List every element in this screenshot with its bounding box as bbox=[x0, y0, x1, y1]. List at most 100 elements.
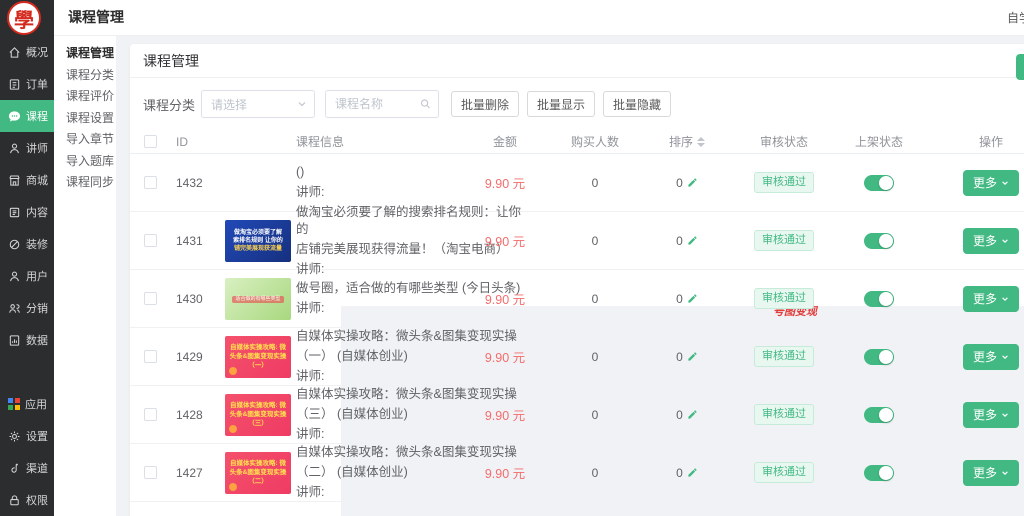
row-checkbox[interactable] bbox=[144, 234, 157, 247]
col-sort-label: 排序 bbox=[669, 133, 693, 150]
sidebar-item-label: 用户 bbox=[26, 268, 48, 284]
shelf-toggle[interactable] bbox=[864, 349, 894, 365]
course-thumbnail[interactable]: 自媒体实操攻略: 微 头条&图集变现实操 （一） bbox=[225, 336, 291, 378]
col-buyers: 购买人数 bbox=[545, 130, 645, 153]
sidebar-item-courses[interactable]: 课程 bbox=[0, 100, 54, 132]
course-price: 9.90 元 bbox=[485, 347, 525, 366]
edit-sort-icon[interactable] bbox=[687, 409, 698, 420]
category-filter-label: 课程分类 bbox=[143, 95, 195, 114]
select-all-checkbox[interactable] bbox=[144, 135, 157, 148]
col-shelf: 上架状态 bbox=[829, 130, 929, 153]
sidebar-item-users[interactable]: 用户 bbox=[0, 260, 54, 292]
subnav-item-course-category[interactable]: 课程分类 bbox=[54, 65, 116, 87]
more-button[interactable]: 更多 bbox=[963, 170, 1019, 196]
app-logo[interactable]: 學 bbox=[7, 1, 41, 35]
row-checkbox[interactable] bbox=[144, 292, 157, 305]
course-thumbnail[interactable]: 号图变现 适合做的有哪些类型 bbox=[225, 278, 291, 320]
table-row: 1430 号图变现 适合做的有哪些类型 做号圈，适合做的有哪些类型 (今日头条)… bbox=[130, 270, 1024, 328]
sidebar-item-distribution[interactable]: 分销 bbox=[0, 292, 54, 324]
course-id: 1428 bbox=[176, 386, 203, 443]
row-checkbox[interactable] bbox=[144, 408, 157, 421]
sidebar-item-lecturers[interactable]: 讲师 bbox=[0, 132, 54, 164]
secondary-sidebar: 课程管理 课程分类 课程评价 课程设置 导入章节 导入题库 课程同步 bbox=[54, 36, 116, 516]
book-icon bbox=[8, 206, 21, 219]
col-sort[interactable]: 排序 bbox=[637, 130, 737, 153]
sidebar-item-label: 应用 bbox=[25, 396, 47, 412]
more-button[interactable]: 更多 bbox=[963, 402, 1019, 428]
sidebar-item-channels[interactable]: 渠道 bbox=[0, 452, 54, 484]
sidebar-item-mall[interactable]: 商城 bbox=[0, 164, 54, 196]
shelf-toggle[interactable] bbox=[864, 233, 894, 249]
sidebar-item-settings[interactable]: 设置 bbox=[0, 420, 54, 452]
user-icon bbox=[8, 270, 21, 283]
edit-sort-icon[interactable] bbox=[687, 467, 698, 478]
category-select-placeholder: 请选择 bbox=[211, 96, 247, 113]
chevron-down-icon bbox=[1001, 411, 1009, 419]
buyer-count: 0 bbox=[545, 270, 645, 327]
table-header: ID 课程信息 金额 购买人数 排序 审核状态 上架状态 操作 bbox=[130, 130, 1024, 154]
sidebar-item-orders[interactable]: 订单 bbox=[0, 68, 54, 100]
search-icon bbox=[420, 99, 431, 110]
main-content: 课程管理 课程分类 请选择 批量删除 批量显示 批量隐藏 ID 课程信息 金额 … bbox=[116, 36, 1024, 516]
sort-caret-icon[interactable] bbox=[697, 137, 705, 147]
batch-delete-button[interactable]: 批量删除 bbox=[451, 91, 519, 117]
sidebar-item-label: 设置 bbox=[26, 428, 48, 444]
gear-icon bbox=[8, 430, 21, 443]
col-price: 金额 bbox=[455, 130, 555, 153]
course-thumbnail[interactable]: 做淘宝必须要了解 索排名规则 让你的 铺完美展现获流量 bbox=[225, 220, 291, 262]
shelf-toggle[interactable] bbox=[864, 465, 894, 481]
shelf-toggle[interactable] bbox=[864, 407, 894, 423]
edit-sort-icon[interactable] bbox=[687, 351, 698, 362]
course-price: 9.90 元 bbox=[485, 463, 525, 482]
course-name-search bbox=[325, 90, 439, 118]
shelf-toggle[interactable] bbox=[864, 175, 894, 191]
category-select[interactable]: 请选择 bbox=[201, 90, 315, 118]
more-button[interactable]: 更多 bbox=[963, 460, 1019, 486]
sort-value: 0 bbox=[676, 466, 683, 480]
shelf-toggle[interactable] bbox=[864, 291, 894, 307]
sidebar-item-label: 装修 bbox=[26, 236, 48, 252]
sidebar-item-data[interactable]: 数据 bbox=[0, 324, 54, 356]
more-button-label: 更多 bbox=[973, 464, 997, 481]
sidebar-item-apps[interactable]: 应用 bbox=[0, 388, 54, 420]
course-thumbnail[interactable]: 自媒体实操攻略: 微 头条&图集变现实操 （三） bbox=[225, 394, 291, 436]
edit-sort-icon[interactable] bbox=[687, 177, 698, 188]
edit-sort-icon[interactable] bbox=[687, 235, 698, 246]
sidebar-item-label: 课程 bbox=[26, 108, 48, 124]
subnav-item-import-question-bank[interactable]: 导入题库 bbox=[54, 151, 116, 173]
sidebar-item-decoration[interactable]: 装修 bbox=[0, 228, 54, 260]
batch-show-button[interactable]: 批量显示 bbox=[527, 91, 595, 117]
sidebar-item-overview[interactable]: 概况 bbox=[0, 36, 54, 68]
order-list-icon bbox=[8, 78, 21, 91]
more-button[interactable]: 更多 bbox=[963, 286, 1019, 312]
row-checkbox[interactable] bbox=[144, 350, 157, 363]
subnav-item-course-sync[interactable]: 课程同步 bbox=[54, 172, 116, 194]
sidebar-item-content[interactable]: 内容 bbox=[0, 196, 54, 228]
buyer-count: 0 bbox=[545, 386, 645, 443]
sort-value: 0 bbox=[676, 350, 683, 364]
subnav-item-course-review[interactable]: 课程评价 bbox=[54, 86, 116, 108]
subnav-item-course-manage[interactable]: 课程管理 bbox=[54, 43, 116, 65]
course-thumbnail[interactable]: 自媒体实操攻略: 微 头条&图集变现实操 （二） bbox=[225, 452, 291, 494]
sidebar-item-permissions[interactable]: 权限 bbox=[0, 484, 54, 516]
primary-sidebar: 學 概况 订单 课程 讲师 商城 内容 装修 bbox=[0, 0, 54, 516]
more-button[interactable]: 更多 bbox=[963, 344, 1019, 370]
account-menu[interactable]: 自学 bbox=[1007, 0, 1024, 36]
chat-bubble-icon bbox=[8, 110, 21, 123]
row-checkbox[interactable] bbox=[144, 466, 157, 479]
sidebar-item-label: 分销 bbox=[26, 300, 48, 316]
row-checkbox[interactable] bbox=[144, 176, 157, 189]
more-button[interactable]: 更多 bbox=[963, 228, 1019, 254]
more-button-label: 更多 bbox=[973, 290, 997, 307]
add-course-button[interactable] bbox=[1016, 54, 1024, 80]
col-audit: 审核状态 bbox=[734, 130, 834, 153]
edit-sort-icon[interactable] bbox=[687, 293, 698, 304]
sort-value: 0 bbox=[676, 176, 683, 190]
buyer-count: 0 bbox=[545, 154, 645, 211]
table-row: 1431 做淘宝必须要了解 索排名规则 让你的 铺完美展现获流量 做淘宝必须要了… bbox=[130, 212, 1024, 270]
batch-hide-button[interactable]: 批量隐藏 bbox=[603, 91, 671, 117]
filter-bar: 课程分类 请选择 批量删除 批量显示 批量隐藏 bbox=[130, 78, 1024, 130]
chevron-down-icon bbox=[1001, 469, 1009, 477]
subnav-item-course-settings[interactable]: 课程设置 bbox=[54, 108, 116, 130]
subnav-item-import-chapters[interactable]: 导入章节 bbox=[54, 129, 116, 151]
